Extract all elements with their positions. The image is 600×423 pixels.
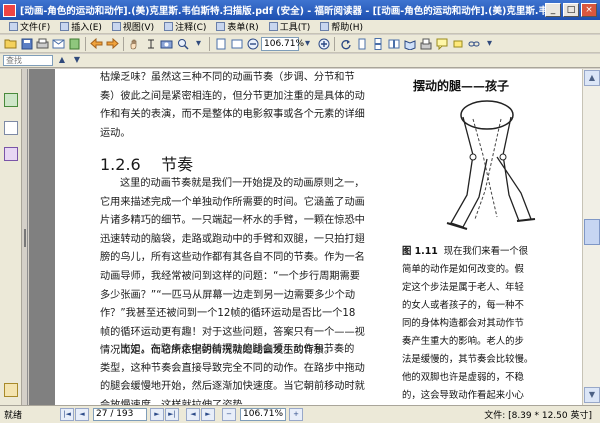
open-icon[interactable] [3,36,18,51]
select-text-icon[interactable] [143,36,158,51]
window-title: [动画-角色的运动和动作].(美)克里斯.韦伯斯特.扫描版.pdf (安全) -… [20,6,545,17]
comment-menu-icon [164,22,174,31]
figure-label: 图 1.11 [402,246,438,257]
maximize-button[interactable]: □ [563,3,579,17]
toolbar-separator [334,36,335,51]
fit-width-icon[interactable] [229,36,244,51]
search-input[interactable]: 查找 [3,55,53,66]
form-menu-icon [216,22,226,31]
scroll-up-button[interactable]: ▲ [584,70,600,86]
layers-panel-icon[interactable] [4,147,18,161]
insert-menu-icon [60,22,70,31]
search-toolbar: 查找 ▲ ▼ [0,54,600,68]
bookmarks-panel-icon[interactable] [4,93,18,107]
scrollbar-thumb[interactable] [584,219,600,245]
comment-icon[interactable] [434,36,449,51]
search-next-icon[interactable]: ▼ [71,55,83,66]
swinging-legs-illustration [446,100,536,230]
page-thumbnails-icon[interactable] [4,121,18,135]
file-menu-icon [9,22,18,31]
vertical-scrollbar[interactable]: ▲ ▼ [582,69,600,405]
figure-title: 摆动的腿——孩子 [413,79,510,93]
scan-icon[interactable] [67,36,82,51]
hand-tool-icon[interactable] [127,36,142,51]
menu-view[interactable]: 视图(V) [107,20,159,33]
toolbar-separator [85,36,86,51]
zoom-input[interactable]: 106.71% [261,36,304,51]
tools-menu-icon [268,22,278,31]
menu-file[interactable]: 文件(F) [4,20,55,33]
fit-page-icon[interactable] [213,36,228,51]
first-page-button[interactable]: |◄ [60,408,74,421]
status-bar: 就绪 |◄ ◄ 27 / 193 ► ►| ◄ ► − 106.71% + 文件… [0,405,600,423]
status-zoom-in-icon[interactable]: + [289,408,303,421]
navigation-sidebar [0,69,22,405]
scroll-down-button[interactable]: ▼ [584,387,600,403]
history-forward-button[interactable]: ► [201,408,215,421]
zoom-out-icon[interactable] [245,36,260,51]
continuous-page-icon[interactable] [370,36,385,51]
sidebar-splitter[interactable] [22,69,28,405]
document-viewport[interactable]: 枯燥乏味？虽然这三种不同的动画节奏（步调、分节和节 奏）彼此之间是紧密相连的，但… [29,69,582,405]
forward-arrow-icon[interactable] [105,36,120,51]
tools-dropdown-icon[interactable]: ▾ [482,36,497,51]
help-menu-icon [320,22,330,31]
status-zoom-out-icon[interactable]: − [222,408,236,421]
window-controls: _ □ × [545,3,597,17]
page-number-input[interactable]: 27 / 193 [93,408,147,421]
toolbar-separator [123,36,124,51]
paragraph-3: 比如，在路步走中朝前摆动的腿会预示动作和节奏的 类型，这种节奏会直接导致完全不同… [100,344,365,405]
email-icon[interactable] [51,36,66,51]
attachments-panel-icon[interactable] [4,383,18,397]
pdf-page: 枯燥乏味？虽然这三种不同的动画节奏（步调、分节和节 奏）彼此之间是紧密相连的，但… [55,69,582,405]
menu-bar: 文件(F) 插入(E) 视图(V) 注释(C) 表单(R) 工具(T) 帮助(H… [0,20,600,34]
main-toolbar: ▾ 106.71% ▾ ▾ [0,35,600,53]
typewriter-icon[interactable] [418,36,433,51]
highlight-icon[interactable] [450,36,465,51]
link-icon[interactable] [466,36,481,51]
print-icon[interactable] [35,36,50,51]
toolbar-separator [209,36,210,51]
facing-page-icon[interactable] [386,36,401,51]
menu-help[interactable]: 帮助(H) [315,20,368,33]
menu-form[interactable]: 表单(R) [211,20,263,33]
menu-comment[interactable]: 注释(C) [159,20,211,33]
read-mode-icon[interactable] [402,36,417,51]
app-icon [3,3,16,17]
last-page-button[interactable]: ►| [165,408,179,421]
back-arrow-icon[interactable] [89,36,104,51]
save-icon[interactable] [19,36,34,51]
history-back-button[interactable]: ◄ [186,408,200,421]
section-heading: 1.2.6 节奏 [100,151,193,175]
section-number: 1.2.6 [100,155,141,174]
zoom-in-icon[interactable] [316,36,331,51]
close-button[interactable]: × [581,3,597,17]
paragraph-1: 枯燥乏味？虽然这三种不同的动画节奏（步调、分节和节 奏）彼此之间是紧密相连的，但… [100,72,365,139]
menu-tools[interactable]: 工具(T) [264,20,316,33]
status-text: 就绪 [4,411,23,421]
single-page-icon[interactable] [354,36,369,51]
menu-insert[interactable]: 插入(E) [55,20,107,33]
figure-caption: 图 1.11 现在我们来看一个很 简单的动作是如何改变的。假 定这个步法是属于老… [402,246,534,401]
prev-page-button[interactable]: ◄ [75,408,89,421]
zoom-dropdown-icon[interactable]: ▾ [191,36,206,51]
rotate-icon[interactable] [338,36,353,51]
zoom-value-dropdown-icon[interactable]: ▾ [300,36,315,51]
view-menu-icon [111,22,121,31]
status-zoom-input[interactable]: 106.71% [240,408,286,421]
snapshot-icon[interactable] [159,36,174,51]
paragraph-2: 这里的动画节奏就是我们一开始提及的动画原则之一， 它用来描述完成一个单独动作所需… [100,178,365,357]
next-page-button[interactable]: ► [150,408,164,421]
zoom-tool-icon[interactable] [175,36,190,51]
search-prev-icon[interactable]: ▲ [56,55,68,66]
page-size-label: 文件: [8.39 * 12.50 英寸] [484,411,592,421]
section-title: 节奏 [161,155,194,174]
minimize-button[interactable]: _ [545,3,561,17]
title-bar: [动画-角色的运动和动作].(美)克里斯.韦伯斯特.扫描版.pdf (安全) -… [0,0,600,20]
